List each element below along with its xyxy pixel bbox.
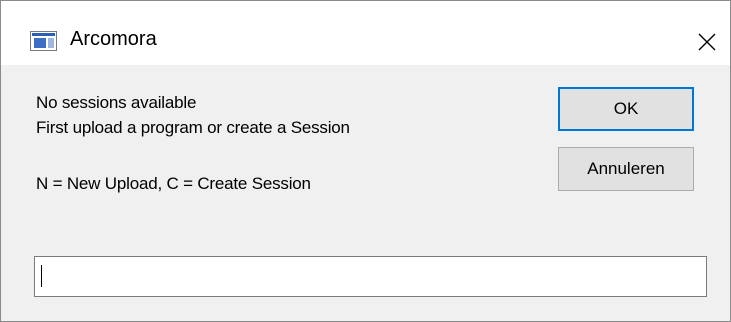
dialog-window: Arcomora No sessions available First upl… [0,0,731,322]
message-line-3: N = New Upload, C = Create Session [36,174,311,193]
ok-button[interactable]: OK [558,87,694,131]
response-input[interactable] [34,256,707,297]
cancel-button[interactable]: Annuleren [558,147,694,191]
message-line-2: First upload a program or create a Sessi… [36,118,350,137]
close-button[interactable] [684,21,728,61]
text-cursor [41,265,42,287]
close-icon [698,33,716,51]
title-bar[interactable]: Arcomora [1,1,730,65]
window-app-icon [30,31,57,51]
message-line-1: No sessions available [36,93,197,112]
window-title: Arcomora [70,28,157,50]
